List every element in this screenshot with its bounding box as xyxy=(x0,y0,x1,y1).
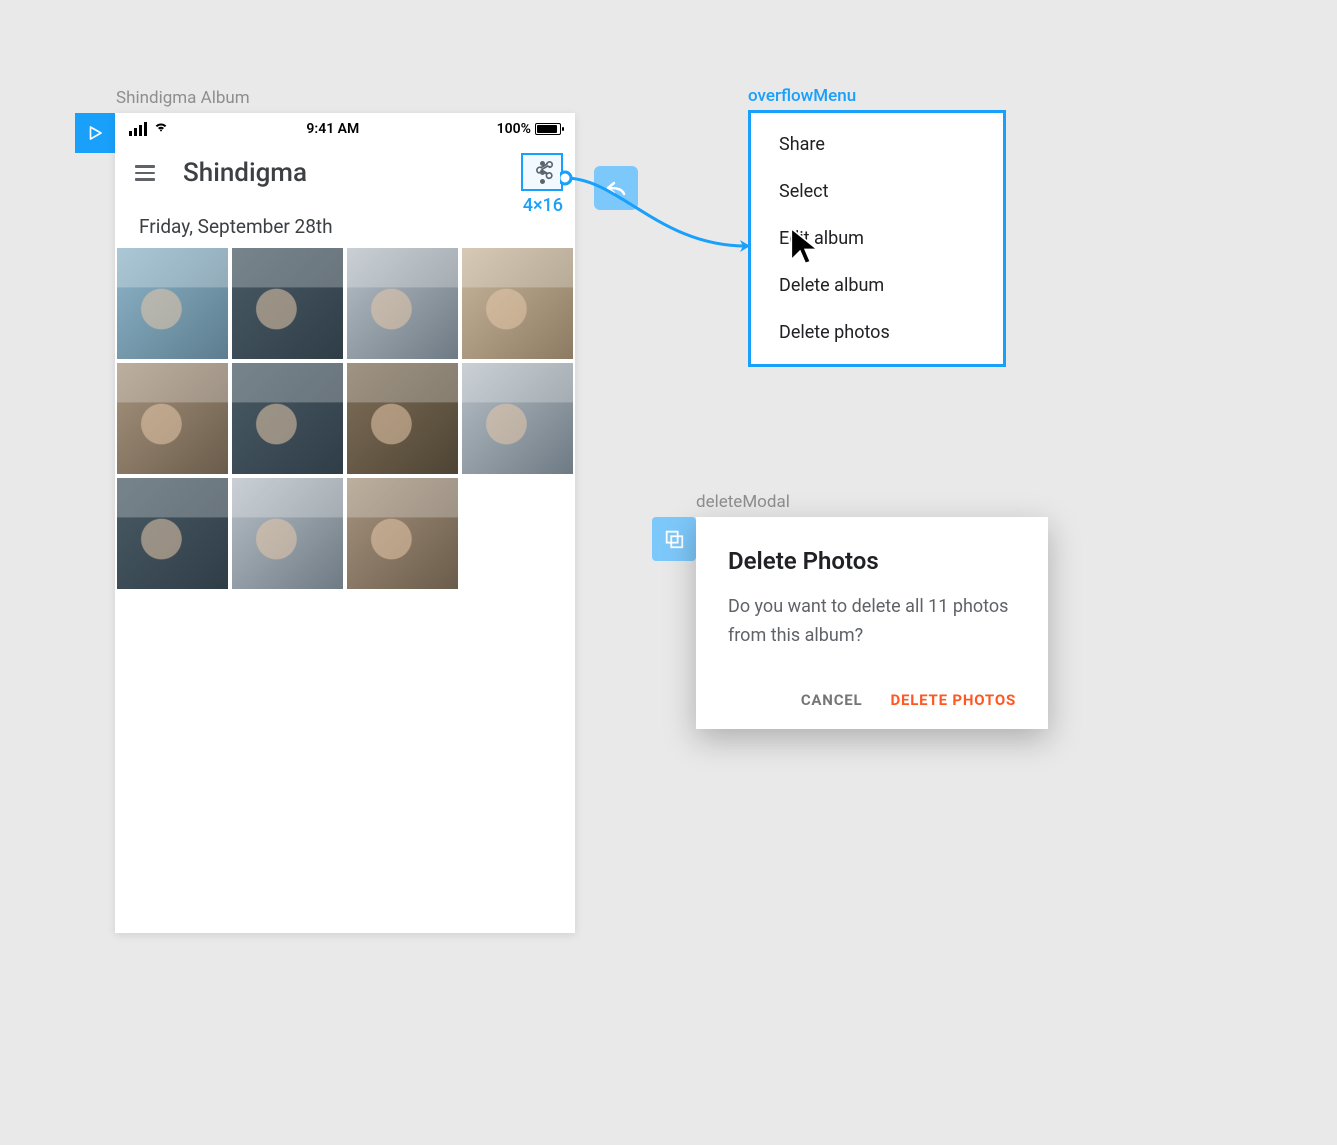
photo-thumbnail[interactable] xyxy=(232,478,343,589)
overflow-menu-item[interactable]: Delete album xyxy=(751,262,1003,309)
overflow-menu-item[interactable]: Select xyxy=(751,168,1003,215)
copy-icon xyxy=(663,528,685,550)
photo-thumbnail[interactable] xyxy=(462,363,573,474)
overflow-menu-item[interactable]: Edit album xyxy=(751,215,1003,262)
frame-label-overflow: overflowMenu xyxy=(748,86,856,106)
photo-thumbnail[interactable] xyxy=(347,363,458,474)
hamburger-icon[interactable] xyxy=(135,165,155,181)
modal-body: Do you want to delete all 11 photos from… xyxy=(728,593,1016,651)
status-bar: 9:41 AM 100% xyxy=(115,113,575,145)
reply-arrow-icon xyxy=(604,176,628,200)
overflow-button-selection[interactable]: 4×16 xyxy=(521,153,563,191)
app-bar: Shindigma xyxy=(115,145,575,201)
frame-label-album: Shindigma Album xyxy=(116,88,250,108)
overflow-menu-item[interactable]: Share xyxy=(751,121,1003,168)
photo-thumbnail[interactable] xyxy=(117,363,228,474)
photo-thumbnail[interactable] xyxy=(462,248,573,359)
wifi-icon xyxy=(153,119,169,139)
cancel-button[interactable]: CANCEL xyxy=(801,691,863,709)
date-header: Friday, September 28th xyxy=(115,201,575,248)
prototype-back-action[interactable] xyxy=(594,166,638,210)
component-instance-badge[interactable] xyxy=(652,517,696,561)
photo-thumbnail[interactable] xyxy=(117,478,228,589)
prototype-play-button[interactable] xyxy=(75,113,115,153)
delete-photos-button[interactable]: DELETE PHOTOS xyxy=(890,691,1016,709)
photo-grid xyxy=(115,248,575,589)
photo-thumbnail[interactable] xyxy=(117,248,228,359)
modal-title: Delete Photos xyxy=(728,547,1016,575)
photo-thumbnail[interactable] xyxy=(347,478,458,589)
play-icon xyxy=(86,124,104,142)
battery-icon xyxy=(535,123,561,135)
prototype-connector xyxy=(560,168,760,268)
overflow-menu-panel: ShareSelectEdit albumDelete albumDelete … xyxy=(748,110,1006,367)
photo-thumbnail[interactable] xyxy=(232,248,343,359)
frame-label-delete: deleteModal xyxy=(696,492,790,512)
photo-thumbnail[interactable] xyxy=(347,248,458,359)
selection-size-badge: 4×16 xyxy=(523,195,563,216)
overflow-menu-item[interactable]: Delete photos xyxy=(751,309,1003,356)
battery-percent: 100% xyxy=(497,121,531,137)
phone-frame: 9:41 AM 100% Shindigma 4×16 Friday, Sept… xyxy=(115,113,575,933)
selection-outline xyxy=(521,153,563,191)
signal-bars-icon xyxy=(129,122,147,136)
app-title: Shindigma xyxy=(183,158,509,188)
status-time: 9:41 AM xyxy=(306,121,359,137)
photo-thumbnail[interactable] xyxy=(232,363,343,474)
delete-modal: Delete Photos Do you want to delete all … xyxy=(696,517,1048,729)
